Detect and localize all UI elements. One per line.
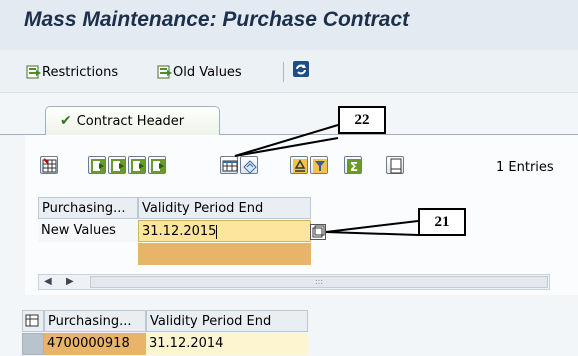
callout-lines bbox=[234, 124, 419, 236]
callout-21: 21 bbox=[418, 208, 466, 236]
callout-22: 22 bbox=[338, 106, 386, 134]
